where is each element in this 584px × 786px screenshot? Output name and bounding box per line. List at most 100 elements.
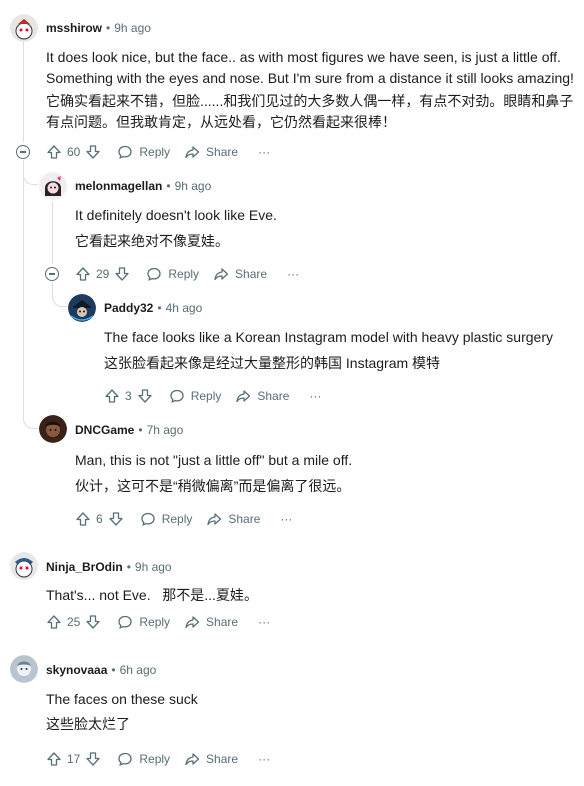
vote-count: 3 <box>125 389 132 403</box>
upvote-icon[interactable] <box>46 614 62 630</box>
comment-actions: 29 Reply Share ··· <box>75 264 313 284</box>
downvote-icon[interactable] <box>85 614 101 630</box>
collapse-icon[interactable] <box>45 267 59 281</box>
more-options-button[interactable]: ··· <box>258 752 270 766</box>
thread-line <box>52 202 53 264</box>
collapse-icon[interactable] <box>16 145 30 159</box>
share-button[interactable]: Share <box>213 266 267 282</box>
share-button[interactable]: Share <box>206 511 260 527</box>
reply-button[interactable]: Reply <box>146 266 199 282</box>
more-options-button[interactable]: ··· <box>258 615 270 629</box>
comment-text: The face looks like a Korean Instagram m… <box>104 329 553 345</box>
more-options-button[interactable]: ··· <box>258 145 270 159</box>
username[interactable]: Paddy32 <box>104 301 153 315</box>
thread-elbow <box>23 160 38 185</box>
comment-text: That's... not Eve. 那不是...夏娃。 <box>46 587 258 603</box>
reply-icon <box>118 145 133 159</box>
upvote-icon[interactable] <box>75 266 91 282</box>
share-button[interactable]: Share <box>235 388 289 404</box>
reply-button[interactable]: Reply <box>169 388 221 404</box>
comment-text: Man, this is not "just a little off" but… <box>75 452 353 468</box>
vote-group: 29 <box>75 266 130 282</box>
share-icon <box>236 390 251 403</box>
share-label: Share <box>235 267 268 281</box>
thread-line <box>23 42 24 142</box>
downvote-icon[interactable] <box>137 388 153 404</box>
reply-label: Reply <box>168 267 200 281</box>
thread-elbow <box>52 282 67 307</box>
vote-count: 17 <box>67 752 81 766</box>
reply-button[interactable]: Reply <box>117 144 170 160</box>
comment-text: It definitely doesn't look like Eve. <box>75 207 277 223</box>
reply-icon <box>118 752 133 766</box>
more-options-button[interactable]: ··· <box>280 512 292 526</box>
comment-text: The faces on these suck <box>46 691 198 707</box>
thread-line <box>23 160 24 408</box>
more-icon: ··· <box>280 512 293 526</box>
vote-group: 3 <box>104 388 153 404</box>
comment-actions: 6 Reply Share ··· <box>75 509 306 529</box>
vote-group: 17 <box>46 751 101 767</box>
reply-icon <box>141 512 155 526</box>
reply-button[interactable]: Reply <box>117 614 170 630</box>
avatar[interactable] <box>10 14 38 42</box>
avatar[interactable] <box>10 655 38 683</box>
username[interactable]: msshirow <box>46 21 102 35</box>
reply-icon <box>170 389 184 403</box>
timestamp: 4h ago <box>165 301 203 315</box>
more-icon: ··· <box>309 389 322 403</box>
username[interactable]: Ninja_BrOdin <box>46 560 123 574</box>
avatar[interactable] <box>68 294 96 322</box>
comment-translation: 这些脸太烂了 <box>46 716 130 732</box>
downvote-icon[interactable] <box>85 751 101 767</box>
share-button[interactable]: Share <box>184 144 238 160</box>
separator-dot: • <box>157 301 162 315</box>
separator-dot: • <box>111 663 116 677</box>
share-icon <box>185 616 200 629</box>
vote-count: 60 <box>67 145 81 159</box>
username[interactable]: skynovaaa <box>46 663 107 677</box>
share-button[interactable]: Share <box>184 614 238 630</box>
downvote-icon[interactable] <box>108 511 124 527</box>
username[interactable]: melonmagellan <box>75 179 162 193</box>
more-options-button[interactable]: ··· <box>309 389 321 403</box>
timestamp: 6h ago <box>119 663 157 677</box>
upvote-icon[interactable] <box>46 144 62 160</box>
share-icon <box>207 513 222 526</box>
more-icon: ··· <box>258 752 271 766</box>
thread-elbow <box>23 408 38 429</box>
share-button[interactable]: Share <box>184 751 238 767</box>
share-label: Share <box>228 512 261 526</box>
avatar[interactable] <box>10 552 38 580</box>
upvote-icon[interactable] <box>104 388 120 404</box>
comment-meta: skynovaaa • 6h ago <box>46 663 156 677</box>
upvote-icon[interactable] <box>46 751 62 767</box>
comment-meta: melonmagellan • 9h ago <box>75 179 211 193</box>
more-icon: ··· <box>287 267 300 281</box>
avatar[interactable] <box>39 172 67 200</box>
more-icon: ··· <box>258 145 271 159</box>
vote-count: 6 <box>96 512 103 526</box>
timestamp: 9h ago <box>114 21 151 35</box>
separator-dot: • <box>138 423 143 437</box>
upvote-icon[interactable] <box>75 511 91 527</box>
separator-dot: • <box>166 179 171 193</box>
reply-label: Reply <box>139 752 171 766</box>
comment-actions: 3 Reply Share ··· <box>104 386 335 406</box>
comment-translation: 它确实看起来不错，但脸......和我们见过的大多数人偶一样，有点不对劲。眼睛和… <box>46 93 574 130</box>
reply-icon <box>147 267 162 281</box>
downvote-icon[interactable] <box>114 266 130 282</box>
more-icon: ··· <box>258 615 271 629</box>
avatar[interactable] <box>39 415 67 443</box>
downvote-icon[interactable] <box>85 144 101 160</box>
more-options-button[interactable]: ··· <box>287 267 299 281</box>
reply-button[interactable]: Reply <box>117 751 170 767</box>
reply-label: Reply <box>161 512 193 526</box>
reply-button[interactable]: Reply <box>140 511 193 527</box>
share-label: Share <box>206 145 239 159</box>
vote-count: 25 <box>67 615 81 629</box>
comment-translation: 伙计，这可不是“稍微偏离”而是偏离了很远。 <box>75 478 351 494</box>
username[interactable]: DNCGame <box>75 423 134 437</box>
comment-actions: 60 Reply Share ··· <box>46 142 284 162</box>
share-label: Share <box>206 615 239 629</box>
